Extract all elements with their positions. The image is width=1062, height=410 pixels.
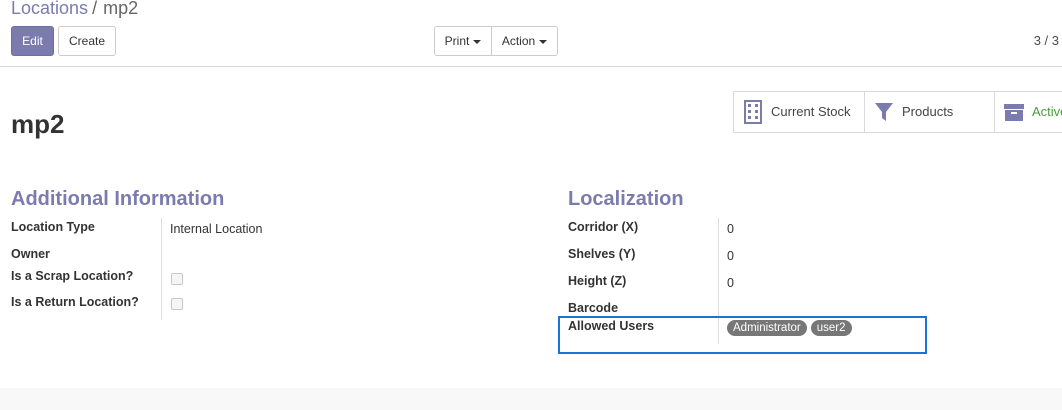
scrap-location-checkbox[interactable]: [171, 273, 183, 285]
field-separator-line: [161, 218, 162, 320]
shelves-label: Shelves (Y): [568, 247, 636, 261]
height-label: Height (Z): [568, 274, 627, 288]
return-location-checkbox[interactable]: [171, 298, 183, 310]
breadcrumb-separator: /: [92, 0, 98, 18]
print-dropdown-button[interactable]: Print: [434, 26, 492, 56]
print-label: Print: [444, 34, 470, 48]
edit-button[interactable]: Edit: [11, 26, 54, 56]
archive-icon: [1004, 104, 1024, 121]
breadcrumb-current: mp2: [103, 0, 139, 18]
location-type-value[interactable]: Internal Location: [170, 222, 262, 236]
filter-icon: [875, 103, 893, 121]
allowed-users-highlight-box: [558, 316, 927, 354]
control-panel: Locations / mp2 Edit Create Print Action 3…: [0, 0, 1062, 67]
shelves-value[interactable]: 0: [727, 249, 734, 263]
smart-button-box: Current Stock Products Active: [733, 91, 1062, 133]
products-label: Products: [902, 104, 954, 119]
pager-value[interactable]: 3 / 3: [1034, 33, 1059, 48]
height-value[interactable]: 0: [727, 276, 734, 290]
return-location-label: Is a Return Location?: [11, 295, 139, 309]
create-button[interactable]: Create: [58, 26, 116, 56]
corridor-value[interactable]: 0: [727, 222, 734, 236]
active-toggle-button[interactable]: Active: [995, 92, 1062, 132]
corridor-label: Corridor (X): [568, 220, 639, 234]
localization-title: Localization: [568, 188, 684, 210]
current-stock-label: Current Stock: [771, 104, 851, 119]
record-title: mp2: [11, 109, 65, 139]
breadcrumb-parent-link[interactable]: Locations: [11, 0, 88, 18]
action-label: Action: [501, 34, 536, 48]
action-dropdown-button[interactable]: Action: [491, 26, 558, 56]
caret-down-icon: [473, 39, 482, 44]
products-button[interactable]: Products: [865, 92, 995, 132]
location-type-label: Location Type: [11, 220, 95, 234]
scrap-location-label: Is a Scrap Location?: [11, 269, 134, 283]
building-icon: [744, 100, 762, 124]
barcode-label: Barcode: [568, 301, 619, 315]
caret-down-icon: [539, 39, 548, 44]
active-label: Active: [1032, 104, 1062, 119]
additional-information-title: Additional Information: [11, 188, 225, 210]
current-stock-button[interactable]: Current Stock: [734, 92, 865, 132]
owner-label: Owner: [11, 247, 50, 261]
breadcrumb: Locations / mp2: [11, 0, 138, 20]
